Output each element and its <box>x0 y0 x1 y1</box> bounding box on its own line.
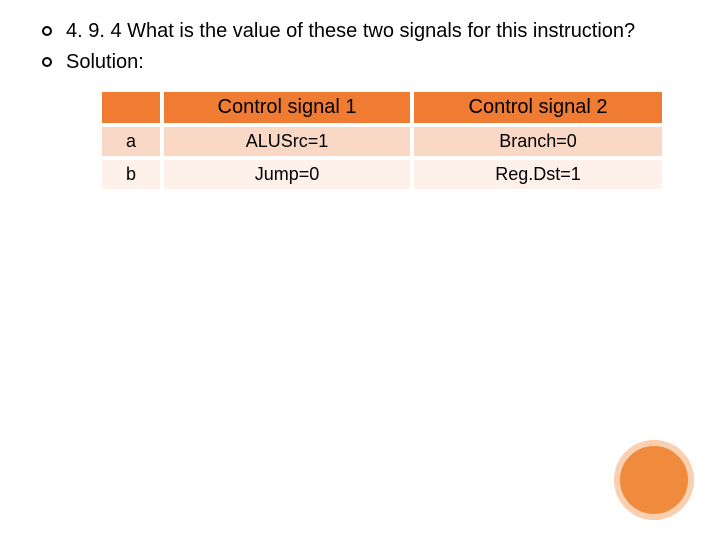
signals-table: Control signal 1 Control signal 2 a ALUS… <box>102 92 662 193</box>
row-c1: ALUSrc=1 <box>162 125 412 158</box>
decorative-circle-icon <box>614 440 694 520</box>
bullet-question-text: 4. 9. 4 What is the value of these two s… <box>66 20 635 42</box>
table-header-row: Control signal 1 Control signal 2 <box>102 92 662 125</box>
slide: 4. 9. 4 What is the value of these two s… <box>0 0 720 540</box>
row-label: b <box>102 158 162 191</box>
bullet-solution: Solution: <box>40 49 690 76</box>
header-c1: Control signal 1 <box>162 92 412 125</box>
table-wrap: Control signal 1 Control signal 2 a ALUS… <box>102 92 662 193</box>
header-c2: Control signal 2 <box>412 92 662 125</box>
row-label: a <box>102 125 162 158</box>
row-c2: Reg.Dst=1 <box>412 158 662 191</box>
row-c1: Jump=0 <box>162 158 412 191</box>
table-row: a ALUSrc=1 Branch=0 <box>102 125 662 158</box>
row-c2: Branch=0 <box>412 125 662 158</box>
bullet-solution-text: Solution: <box>66 51 144 73</box>
bullet-question: 4. 9. 4 What is the value of these two s… <box>40 18 690 45</box>
header-blank <box>102 92 162 125</box>
bullet-list: 4. 9. 4 What is the value of these two s… <box>30 18 690 76</box>
table-row: b Jump=0 Reg.Dst=1 <box>102 158 662 191</box>
